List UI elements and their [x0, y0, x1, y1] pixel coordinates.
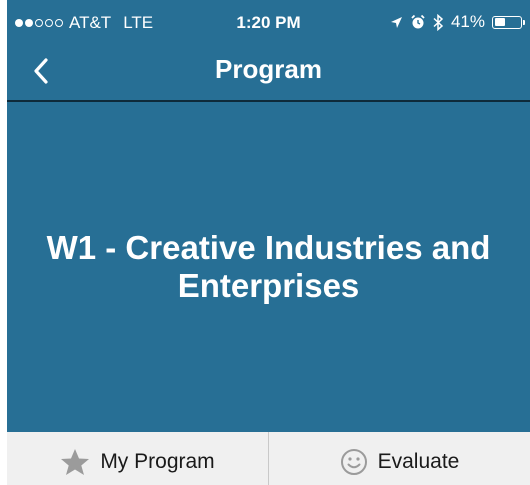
- battery-tip: [523, 19, 525, 25]
- location-arrow-icon: [390, 16, 402, 28]
- status-right: 41%: [390, 12, 525, 32]
- bluetooth-icon: [433, 13, 444, 31]
- navigation-bar: Program: [7, 44, 530, 102]
- smiley-icon: [340, 448, 367, 475]
- battery-icon: [492, 15, 525, 29]
- tab-bar: My Program Evaluate: [7, 432, 530, 485]
- tab-label: Evaluate: [377, 449, 460, 473]
- star-icon: [61, 448, 90, 475]
- program-title: W1 - Creative Industries and Enterprises: [46, 229, 491, 304]
- tab-my-program[interactable]: My Program: [7, 432, 268, 485]
- status-bar: AT&T LTE 1:20 PM 41%: [7, 0, 530, 44]
- app-screen: AT&T LTE 1:20 PM 41% Program W1 - Creati…: [7, 0, 530, 485]
- page-title: Program: [215, 54, 322, 84]
- tab-label: My Program: [100, 449, 215, 473]
- battery-level: [494, 18, 505, 26]
- tab-evaluate[interactable]: Evaluate: [268, 432, 530, 485]
- battery-percent: 41%: [450, 12, 485, 31]
- program-header: W1 - Creative Industries and Enterprises: [7, 102, 530, 432]
- alarm-icon: [411, 14, 425, 29]
